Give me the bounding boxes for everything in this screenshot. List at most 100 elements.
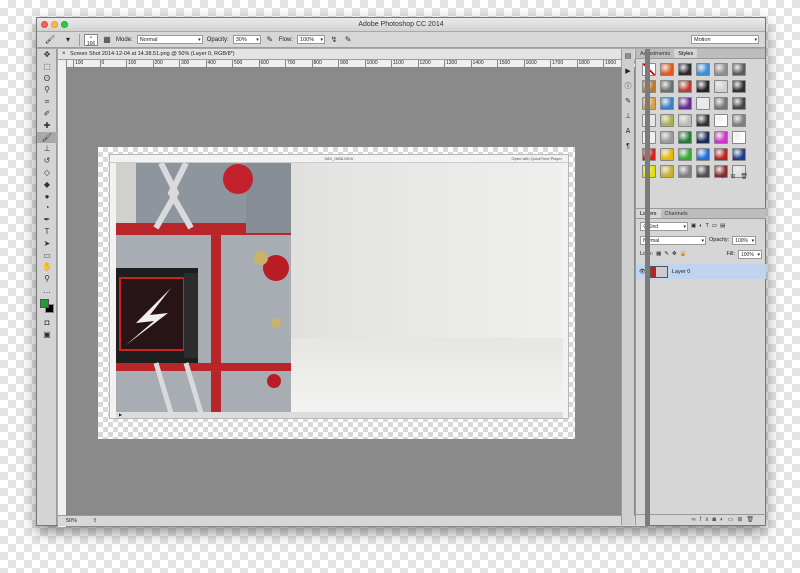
filter-shape-icon[interactable]: ▭ xyxy=(712,223,717,229)
tab-adjustments[interactable]: Adjustments xyxy=(636,49,674,58)
style-swatch[interactable] xyxy=(678,63,692,76)
type-tool-icon[interactable]: T xyxy=(37,226,57,238)
info-icon[interactable]: ⓘ xyxy=(622,79,634,94)
maximize-window-button[interactable] xyxy=(61,21,68,28)
style-swatch[interactable] xyxy=(732,131,746,144)
character-icon[interactable]: A xyxy=(622,124,634,139)
layer-opacity-field[interactable]: 100% xyxy=(732,235,757,245)
document-tab[interactable]: × Screen Shot 2014-12-04 at 14.38.51.png… xyxy=(58,49,645,60)
clone-source-icon[interactable]: ⊥ xyxy=(622,109,634,124)
adjustment-layer-icon[interactable]: ◐ xyxy=(720,517,728,523)
quick-select-tool-icon[interactable]: ⚲ xyxy=(37,84,57,96)
minimize-window-button[interactable] xyxy=(51,21,58,28)
dodge-tool-icon[interactable]: ◔ xyxy=(37,202,57,214)
filter-smart-icon[interactable]: ▤ xyxy=(720,223,725,229)
brush-preset-picker[interactable]: • 166 xyxy=(84,33,98,47)
document-canvas[interactable]: IMG_0808.MOV Open with QuickTime Player xyxy=(98,147,575,439)
style-swatch[interactable] xyxy=(696,63,710,76)
style-swatch[interactable] xyxy=(678,165,692,178)
lock-all-icon[interactable]: 🔒 xyxy=(680,251,687,257)
screen-mode-icon[interactable]: ▣ xyxy=(37,329,57,341)
layer-name[interactable]: Layer 0 xyxy=(672,269,690,275)
style-swatch[interactable] xyxy=(714,63,728,76)
eyedropper-tool-icon[interactable]: ✐ xyxy=(37,108,57,120)
style-swatch[interactable] xyxy=(660,114,674,127)
lock-transparency-icon[interactable]: ▦ xyxy=(656,251,661,257)
style-swatch[interactable] xyxy=(696,165,710,178)
airbrush-icon[interactable]: ↯ xyxy=(329,35,339,45)
new-group-icon[interactable]: ▭ xyxy=(728,517,738,523)
new-style-icon[interactable]: ⊘ xyxy=(720,174,730,180)
more-tools-icon[interactable]: … xyxy=(37,285,57,297)
add-mask-icon[interactable]: ◙ xyxy=(712,517,720,523)
new-style-add-icon[interactable]: ⊞ xyxy=(730,174,740,180)
lock-pixels-icon[interactable]: ✎ xyxy=(664,251,669,257)
blur-tool-icon[interactable]: ● xyxy=(37,191,57,203)
style-swatch[interactable] xyxy=(678,114,692,127)
tab-styles[interactable]: Styles xyxy=(674,49,698,58)
foreground-color[interactable] xyxy=(40,298,49,308)
filter-type-icon[interactable]: T xyxy=(706,223,709,229)
brush-tool-icon[interactable]: 🖌 xyxy=(37,131,57,144)
history-icon[interactable]: ▤ xyxy=(622,49,634,64)
style-swatch[interactable] xyxy=(660,165,674,178)
eraser-tool-icon[interactable]: ◇ xyxy=(37,167,57,179)
opacity-field[interactable]: 30% xyxy=(232,35,261,44)
filter-pixel-icon[interactable]: ▣ xyxy=(691,223,696,229)
filter-adjust-icon[interactable]: ◐ xyxy=(699,223,702,229)
style-swatch[interactable] xyxy=(732,114,746,127)
brush-panel-toggle-icon[interactable]: ▦ xyxy=(102,35,112,45)
paragraph-icon[interactable]: ¶ xyxy=(622,139,634,154)
paint-bucket-tool-icon[interactable]: ◆ xyxy=(37,179,57,191)
style-swatch[interactable] xyxy=(678,97,692,110)
style-swatch[interactable] xyxy=(660,80,674,93)
link-layers-icon[interactable]: ∞ xyxy=(691,517,699,523)
layer-row[interactable]: 👁 Layer 0 xyxy=(636,264,766,279)
style-swatch[interactable] xyxy=(714,131,728,144)
brush-tool-icon[interactable]: 🖌 xyxy=(43,34,57,45)
style-swatch[interactable] xyxy=(696,97,710,110)
pen-tool-icon[interactable]: ✒ xyxy=(37,214,57,226)
style-swatch[interactable] xyxy=(678,80,692,93)
mode-select[interactable]: Normal xyxy=(136,35,203,44)
style-swatch[interactable] xyxy=(714,80,728,93)
style-swatch[interactable] xyxy=(696,148,710,161)
clone-stamp-tool-icon[interactable]: ⊥ xyxy=(37,143,57,155)
workspace-select[interactable]: Motion xyxy=(691,35,759,44)
style-swatch[interactable] xyxy=(660,63,674,76)
style-swatch[interactable] xyxy=(732,63,746,76)
status-share-icon[interactable]: ⇪ xyxy=(93,518,98,524)
lock-position-icon[interactable]: ✥ xyxy=(672,251,677,257)
style-swatch[interactable] xyxy=(714,114,728,127)
style-swatch[interactable] xyxy=(678,148,692,161)
style-swatch[interactable] xyxy=(696,80,710,93)
style-swatch[interactable] xyxy=(732,80,746,93)
style-swatch[interactable] xyxy=(732,148,746,161)
style-swatch[interactable] xyxy=(714,97,728,110)
path-select-tool-icon[interactable]: ➤ xyxy=(37,238,57,250)
style-swatch[interactable] xyxy=(696,114,710,127)
shape-tool-icon[interactable]: ▭ xyxy=(37,250,57,262)
tool-preset-dropdown[interactable]: ▾ xyxy=(61,34,75,45)
delete-style-icon[interactable]: 🗑 xyxy=(740,174,753,180)
fx-icon[interactable]: fx xyxy=(700,517,713,523)
hand-tool-icon[interactable]: ✋ xyxy=(37,261,57,273)
history-brush-tool-icon[interactable]: ↺ xyxy=(37,155,57,167)
brush-presets-icon[interactable]: ✎ xyxy=(622,94,634,109)
style-swatch[interactable] xyxy=(732,97,746,110)
style-swatch[interactable] xyxy=(678,131,692,144)
style-swatch[interactable] xyxy=(660,148,674,161)
move-tool-icon[interactable]: ✥ xyxy=(37,49,57,61)
delete-layer-icon[interactable]: 🗑 xyxy=(746,517,758,523)
lasso-tool-icon[interactable]: ʘ xyxy=(37,73,57,85)
close-document-icon[interactable]: × xyxy=(62,51,66,57)
crop-tool-icon[interactable]: ⌗ xyxy=(37,96,57,108)
marquee-tool-icon[interactable]: ⬚ xyxy=(37,61,57,73)
fill-field[interactable]: 100% xyxy=(738,249,762,259)
zoom-level[interactable]: 50% xyxy=(66,518,77,524)
canvas-area[interactable]: IMG_0808.MOV Open with QuickTime Player xyxy=(67,68,645,527)
style-swatch[interactable] xyxy=(660,131,674,144)
flow-field[interactable]: 100% xyxy=(297,35,326,44)
zoom-tool-icon[interactable]: ⚲ xyxy=(37,273,57,285)
style-swatch[interactable] xyxy=(696,131,710,144)
